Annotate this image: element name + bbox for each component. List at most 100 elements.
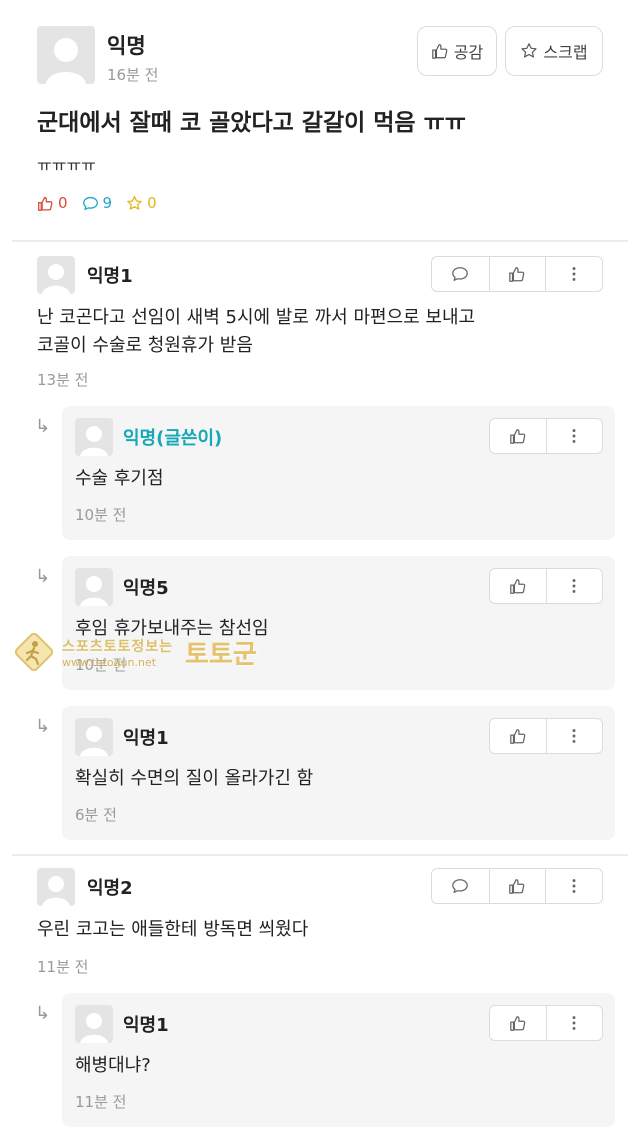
reply: 익명1 확실히 수면의 질이 올라가긴 함 6분 전 — [62, 706, 615, 840]
comment-author: 익명2 — [87, 878, 133, 899]
post-header: 익명 16분 전 공감 스크랩 — [37, 26, 603, 86]
reply-arrow-icon: ↳ — [35, 566, 51, 587]
like-button[interactable] — [490, 569, 546, 603]
comment-actions — [431, 256, 603, 292]
divider — [12, 240, 628, 242]
more-button[interactable] — [545, 1006, 602, 1040]
post-stats: 0 9 0 — [37, 194, 157, 212]
reply-text: 수술 후기점 — [75, 468, 164, 489]
scrap-button-label: 스크랩 — [543, 43, 588, 62]
reply-author: 익명1 — [123, 728, 169, 749]
more-button[interactable] — [545, 419, 602, 453]
reply-time: 6분 전 — [75, 806, 117, 824]
reply-arrow-icon: ↳ — [35, 716, 51, 737]
more-button[interactable] — [545, 869, 602, 903]
comment-time: 13분 전 — [37, 371, 89, 389]
avatar[interactable] — [75, 718, 113, 756]
like-button-label: 공감 — [453, 43, 484, 62]
like-button[interactable] — [488, 257, 546, 291]
more-vertical-icon — [573, 729, 576, 743]
more-vertical-icon — [573, 1016, 576, 1030]
scrap-button[interactable]: 스크랩 — [505, 26, 603, 76]
thumbs-up-icon — [510, 429, 526, 444]
watermark: 스포츠토토정보는 www.totogun.net 토토군 — [14, 632, 257, 672]
speech-bubble-icon — [452, 879, 469, 893]
avatar[interactable] — [75, 568, 113, 606]
person-icon — [80, 426, 108, 456]
thumbs-up-icon — [510, 729, 526, 744]
reply-time: 11분 전 — [75, 1093, 127, 1111]
thumbs-up-icon — [510, 1016, 526, 1031]
star-icon — [521, 43, 538, 58]
watermark-brand: 토토군 — [185, 639, 257, 670]
avatar[interactable] — [75, 418, 113, 456]
like-button[interactable] — [490, 719, 546, 753]
reply-arrow-icon: ↳ — [35, 416, 51, 437]
scrap-count-value: 0 — [147, 194, 157, 212]
scrap-count: 0 — [126, 194, 157, 212]
thumbs-up-icon — [431, 44, 448, 59]
person-icon — [80, 576, 108, 606]
watermark-url: www.totogun.net — [62, 655, 157, 669]
reply-actions — [489, 418, 603, 454]
post-body: ㅠㅠㅠㅠ — [37, 156, 96, 175]
person-icon — [42, 264, 70, 294]
more-button[interactable] — [545, 569, 602, 603]
thumbs-up-icon — [509, 267, 525, 282]
reply-author: 익명1 — [123, 1015, 169, 1036]
like-button[interactable]: 공감 — [417, 26, 497, 76]
avatar[interactable] — [75, 1005, 113, 1043]
person-icon — [80, 1013, 108, 1043]
post-author: 익명 — [107, 34, 146, 58]
like-button[interactable] — [488, 869, 546, 903]
speech-bubble-icon — [82, 196, 98, 210]
reply: 익명1 해병대냐? 11분 전 — [62, 993, 615, 1127]
post-time: 16분 전 — [107, 66, 159, 84]
comment-count: 9 — [82, 194, 113, 212]
person-icon — [42, 876, 70, 906]
speech-bubble-icon — [452, 267, 469, 281]
reply-time: 10분 전 — [75, 506, 127, 524]
reply-text: 확실히 수면의 질이 올라가긴 함 — [75, 768, 314, 789]
person-icon — [80, 726, 108, 756]
more-vertical-icon — [573, 579, 576, 593]
person-icon — [46, 38, 86, 84]
post-title: 군대에서 잘때 코 골았다고 갈갈이 먹음 ㅠㅠ — [37, 110, 466, 136]
comment-author: 익명1 — [87, 266, 133, 287]
avatar[interactable] — [37, 256, 75, 294]
comment: 익명1 난 코곤다고 선임이 새벽 5시에 발로 까서 마편으로 보내고 코골이… — [37, 256, 603, 396]
reply-arrow-icon: ↳ — [35, 1003, 51, 1024]
more-button[interactable] — [545, 719, 602, 753]
reply-actions — [489, 568, 603, 604]
like-button[interactable] — [490, 1006, 546, 1040]
thumbs-up-icon — [509, 879, 525, 894]
comment-actions — [431, 868, 603, 904]
avatar[interactable] — [37, 868, 75, 906]
like-button[interactable] — [490, 419, 546, 453]
reply-actions — [489, 718, 603, 754]
avatar[interactable] — [37, 26, 95, 84]
more-button[interactable] — [545, 257, 602, 291]
reply-text: 해병대냐? — [75, 1055, 151, 1076]
running-figure-icon — [14, 632, 54, 672]
more-vertical-icon — [572, 879, 576, 893]
reply-author: 익명5 — [123, 578, 169, 599]
thumbs-up-icon — [38, 196, 53, 211]
reply-actions — [489, 1005, 603, 1041]
comment-text: 우린 코고는 애들한테 방독면 씌웠다 — [37, 919, 309, 940]
reply-author: 익명(글쓴이) — [123, 428, 223, 449]
reply: 익명(글쓴이) 수술 후기점 10분 전 — [62, 406, 615, 540]
comment: 익명2 우린 코고는 애들한테 방독면 씌웠다 11분 전 — [37, 868, 603, 978]
like-count: 0 — [37, 194, 68, 212]
thumbs-up-icon — [510, 579, 526, 594]
comment-text: 난 코곤다고 선임이 새벽 5시에 발로 까서 마편으로 보내고 코골이 수술로… — [37, 307, 476, 356]
more-vertical-icon — [572, 267, 576, 281]
comment-time: 11분 전 — [37, 958, 89, 976]
reply-button[interactable] — [432, 869, 489, 903]
star-icon — [127, 195, 142, 210]
like-count-value: 0 — [58, 194, 68, 212]
comment-count-value: 9 — [102, 194, 113, 212]
divider — [12, 854, 628, 856]
more-vertical-icon — [573, 429, 576, 443]
reply-button[interactable] — [432, 257, 489, 291]
